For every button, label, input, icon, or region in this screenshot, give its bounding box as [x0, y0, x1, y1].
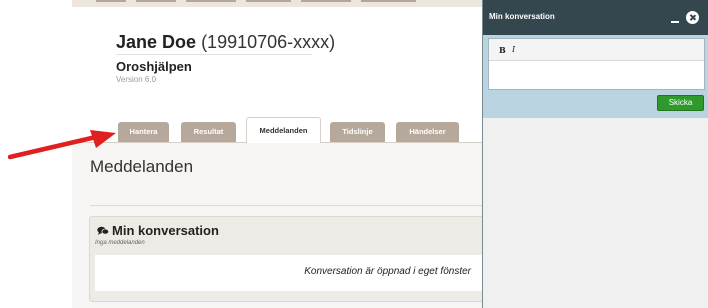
conversation-window: Min konversation B I Skicka: [482, 0, 708, 308]
window-title: Min konversation: [489, 12, 555, 21]
tab-meddelanden[interactable]: Meddelanden: [246, 117, 321, 143]
conversation-subtitle: Inga meddelanden: [95, 240, 145, 246]
personnummer: (19910706-xxxx): [201, 32, 336, 52]
bold-button[interactable]: B: [499, 45, 506, 55]
window-titlebar[interactable]: Min konversation: [483, 0, 708, 35]
patient-name: Jane Doe (19910706-xxxx): [116, 32, 335, 53]
tab-resultat[interactable]: Resultat: [181, 122, 236, 142]
conversation-body: Konversation är öppnad i eget fönster: [95, 255, 482, 291]
minimize-icon[interactable]: [671, 21, 679, 23]
message-editor[interactable]: B I: [488, 38, 705, 90]
send-button[interactable]: Skicka: [657, 95, 704, 111]
window-message-area: [483, 118, 708, 308]
conversation-title: Min konversation: [97, 223, 219, 238]
conversation-message: Konversation är öppnad i eget fönster: [304, 266, 471, 277]
name-divider: [116, 54, 312, 55]
heading-separator: [90, 205, 482, 206]
top-nav-strip: [72, 0, 482, 7]
tab-handelser[interactable]: Händelser: [396, 122, 459, 142]
arrow-annotation: [8, 130, 116, 160]
patient-name-text: Jane Doe: [116, 32, 197, 52]
chat-icon: [97, 226, 109, 235]
app-version: Version 6.0: [116, 75, 157, 84]
italic-button[interactable]: I: [512, 45, 515, 54]
app-title: Oroshjälpen: [116, 59, 192, 74]
tab-hantera[interactable]: Hantera: [118, 122, 169, 142]
editor-toolbar: B I: [489, 39, 704, 61]
conversation-title-text: Min konversation: [112, 223, 219, 238]
close-icon[interactable]: [686, 11, 699, 24]
tab-tidslinje[interactable]: Tidslinje: [330, 122, 385, 142]
